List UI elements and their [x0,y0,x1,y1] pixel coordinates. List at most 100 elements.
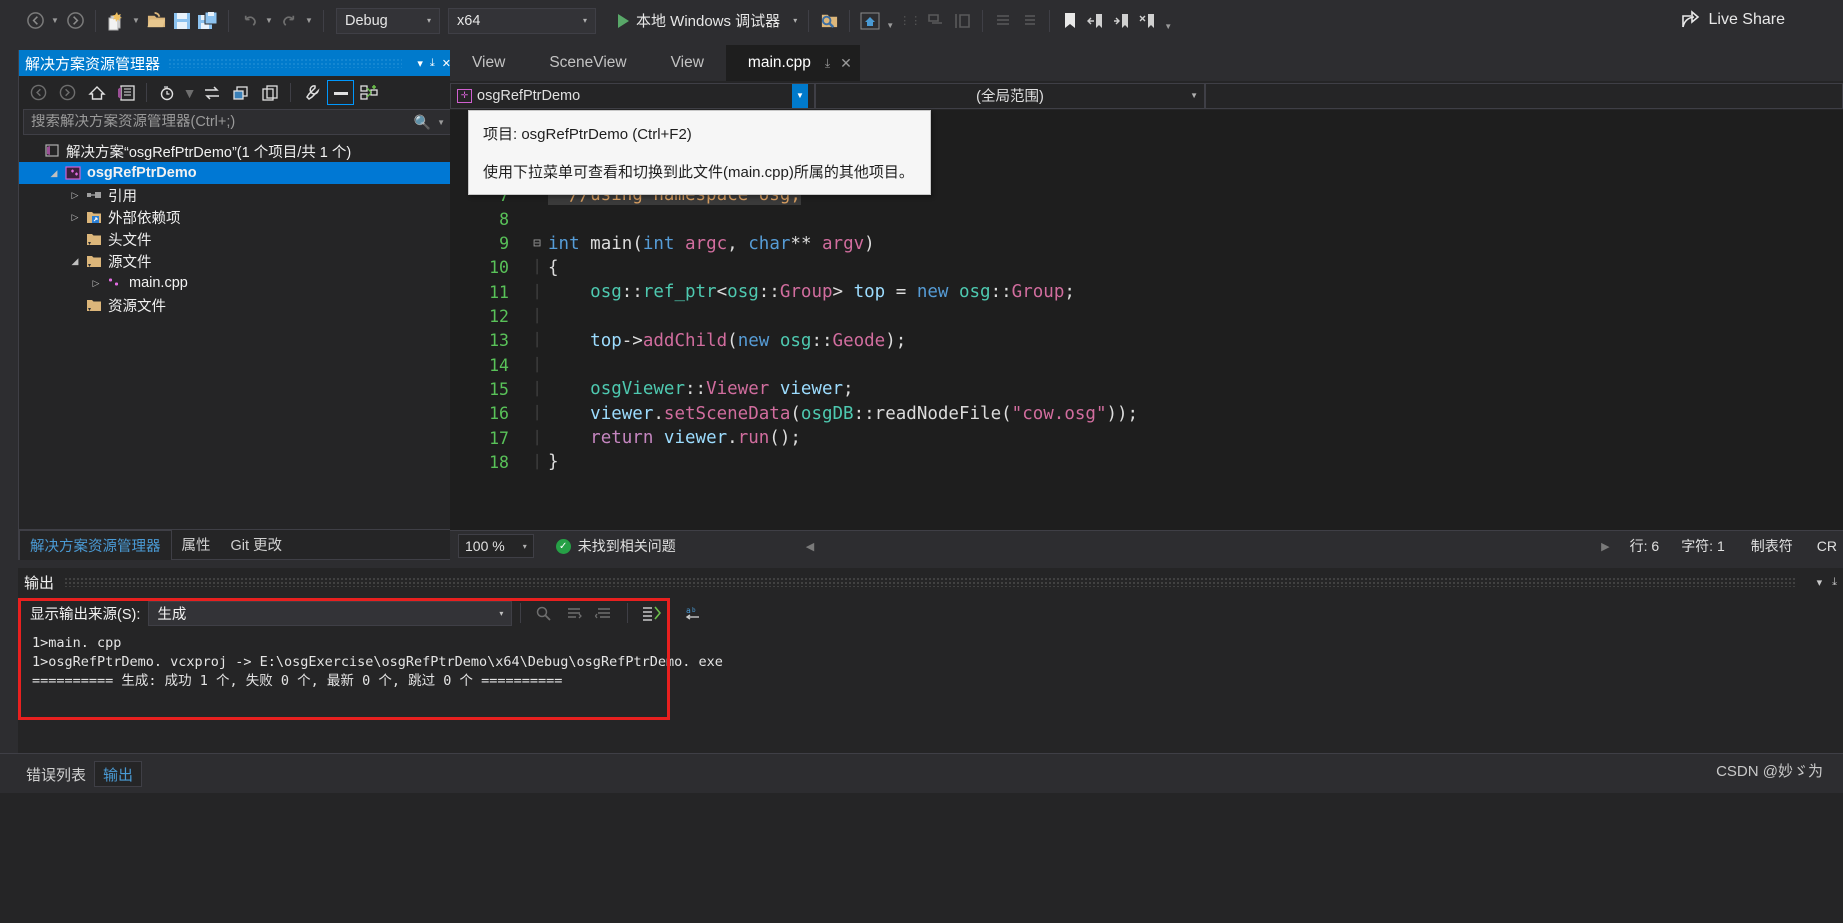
new-item-icon[interactable] [103,8,129,34]
bottom-dock-tabs: 错误列表 输出 [0,753,1843,793]
toolbar-overflow-icon[interactable]: ▼ [1161,15,1175,41]
twisty-expanded-icon[interactable]: ◢ [67,256,83,267]
se-home-icon[interactable] [83,80,110,105]
live-share-button[interactable]: Live Share [1681,10,1785,29]
se-bottom-tab-0[interactable]: 解决方案资源管理器 [19,529,172,560]
chevron-down-icon[interactable]: ▼ [792,83,808,108]
se-collapse-all-icon[interactable] [227,80,254,105]
close-icon[interactable]: ✕ [840,55,852,72]
configuration-combo[interactable]: Debug ▾ [336,7,440,34]
issues-status[interactable]: ✓ 未找到相关问题 [555,536,676,556]
editor-tab-3[interactable]: main.cpp ⤓ ✕ [725,45,860,81]
code-line-11[interactable]: 11 │ osg::ref_ptr<osg::Group> top = new o… [450,280,1843,304]
save-icon[interactable] [169,8,195,34]
se-sync-icon[interactable] [198,80,225,105]
tree-item-7[interactable]: 资源文件 [19,294,457,316]
search-caret-icon[interactable]: ▼ [437,118,445,127]
solution-explorer-search[interactable]: 🔍 ▼ [23,109,453,135]
se-forward-icon[interactable] [54,80,81,105]
fold-toggle-icon[interactable]: ⊟ [526,236,548,251]
solution-explorer-tabs[interactable]: 解决方案资源管理器 属性 Git 更改 [19,529,457,560]
search-icon[interactable]: 🔍 [414,114,431,131]
scroll-right-icon[interactable]: ▶ [1601,540,1609,553]
se-show-all-files-icon[interactable] [256,80,283,105]
redo-icon[interactable] [276,8,302,34]
se-pending-caret-icon[interactable]: ▼ [183,80,197,105]
editor-tab-strip[interactable]: View SceneView View main.cpp ⤓ ✕ [450,45,1843,81]
next-bookmark-icon[interactable] [1109,8,1135,34]
tree-item-label: osgRefPtrDemo [87,165,197,181]
clear-bookmarks-icon[interactable] [1135,8,1161,34]
search-input[interactable] [31,114,414,130]
scope-selector-combo[interactable]: (全局范围) ▼ [815,82,1205,109]
twisty-expanded-icon[interactable]: ◢ [46,168,62,179]
se-properties-window-icon[interactable] [112,80,139,105]
se-preview-selected-icon[interactable] [327,80,354,105]
start-debugging-button[interactable]: 本地 Windows 调试器 ▾ [614,10,801,31]
se-back-icon[interactable] [25,80,52,105]
step-over-icon[interactable] [949,8,975,34]
uncomment-icon[interactable] [1016,8,1042,34]
code-line-14[interactable]: 14 │ [450,353,1843,377]
code-line-16[interactable]: 16 │ viewer.setSceneData(osgDB::readNodeF… [450,402,1843,426]
se-bottom-tab-1[interactable]: 属性 [172,530,221,559]
home-icon[interactable] [857,8,883,34]
chevron-down-icon[interactable]: ▾ [417,57,423,70]
undo-caret-icon[interactable]: ▼ [262,8,276,34]
solution-tree[interactable]: 解决方案“osgRefPtrDemo”(1 个项目/共 1 个) ◢ osgRefP… [19,138,457,529]
se-view-class-diagram-icon[interactable] [356,80,383,105]
code-line-12[interactable]: 12 │ [450,304,1843,328]
comment-icon[interactable] [990,8,1016,34]
home-caret-icon[interactable]: ▼ [883,15,897,41]
editor-tab-2[interactable]: View [649,45,726,81]
code-line-9[interactable]: 9 ⊟ int main(int argc, char** argv) [450,231,1843,255]
editor-tab-1[interactable]: SceneView [527,45,648,81]
code-line-13[interactable]: 13 │ top->addChild(new osg::Geode); [450,329,1843,353]
chevron-down-icon[interactable]: ▾ [1817,576,1823,589]
scroll-left-icon[interactable]: ◀ [806,540,814,553]
undo-icon[interactable] [236,8,262,34]
navigate-forward-icon[interactable] [62,8,88,34]
twisty-collapsed-icon[interactable]: ▷ [67,190,83,201]
project-selector-combo[interactable]: ✛ osgRefPtrDemo ▼ [450,82,815,109]
se-pending-changes-icon[interactable] [154,80,181,105]
navigate-back-icon[interactable] [22,8,48,34]
navigate-back-caret-icon[interactable]: ▼ [48,8,62,34]
zoom-level-combo[interactable]: 100 % ▾ [458,534,534,558]
bottom-tab-strip[interactable]: 错误列表 输出 [0,754,1843,794]
code-line-18[interactable]: 18 │} [450,450,1843,474]
pin-icon[interactable]: ⤓ [1832,576,1837,589]
tree-item-2[interactable]: ▷ 引用 [19,184,457,206]
output-toggle-word-wrap-icon[interactable]: ab [680,600,710,626]
open-folder-icon[interactable] [143,8,169,34]
tree-item-1[interactable]: ◢ osgRefPtrDemo [19,162,457,184]
platform-combo[interactable]: x64 ▾ [448,7,596,34]
save-all-icon[interactable] [195,8,221,34]
tree-item-4[interactable]: 头文件 [19,228,457,250]
code-line-17[interactable]: 17 │ return viewer.run(); [450,426,1843,450]
search-folder-icon[interactable] [816,8,842,34]
tree-item-6[interactable]: ▷ main.cpp [19,272,457,294]
code-line-15[interactable]: 15 │ osgViewer::Viewer viewer; [450,377,1843,401]
tree-item-5[interactable]: ◢ 源文件 [19,250,457,272]
se-properties-icon[interactable] [298,80,325,105]
pin-icon[interactable]: ⤓ [825,56,830,71]
se-bottom-tab-2[interactable]: Git 更改 [221,530,293,559]
step-into-icon[interactable] [923,8,949,34]
tree-item-3[interactable]: ▷ 外部依赖项 [19,206,457,228]
code-line-8[interactable]: 8 [450,207,1843,231]
new-item-caret-icon[interactable]: ▼ [129,8,143,34]
twisty-collapsed-icon[interactable]: ▷ [67,212,83,223]
member-selector-combo[interactable] [1205,82,1843,109]
bookmark-icon[interactable] [1057,8,1083,34]
redo-caret-icon[interactable]: ▼ [302,8,316,34]
code-line-10[interactable]: 10 │ { [450,256,1843,280]
pin-icon[interactable]: ⤓ [430,57,435,70]
previous-bookmark-icon[interactable] [1083,8,1109,34]
editor-tab-0[interactable]: View [450,45,527,81]
bottom-tab-0[interactable]: 错误列表 [18,761,94,787]
bottom-tab-1[interactable]: 输出 [94,761,143,787]
tree-item-0[interactable]: 解决方案“osgRefPtrDemo”(1 个项目/共 1 个) [19,140,457,162]
twisty-collapsed-icon[interactable]: ▷ [88,278,104,289]
chevron-down-icon[interactable]: ▼ [1190,91,1198,100]
